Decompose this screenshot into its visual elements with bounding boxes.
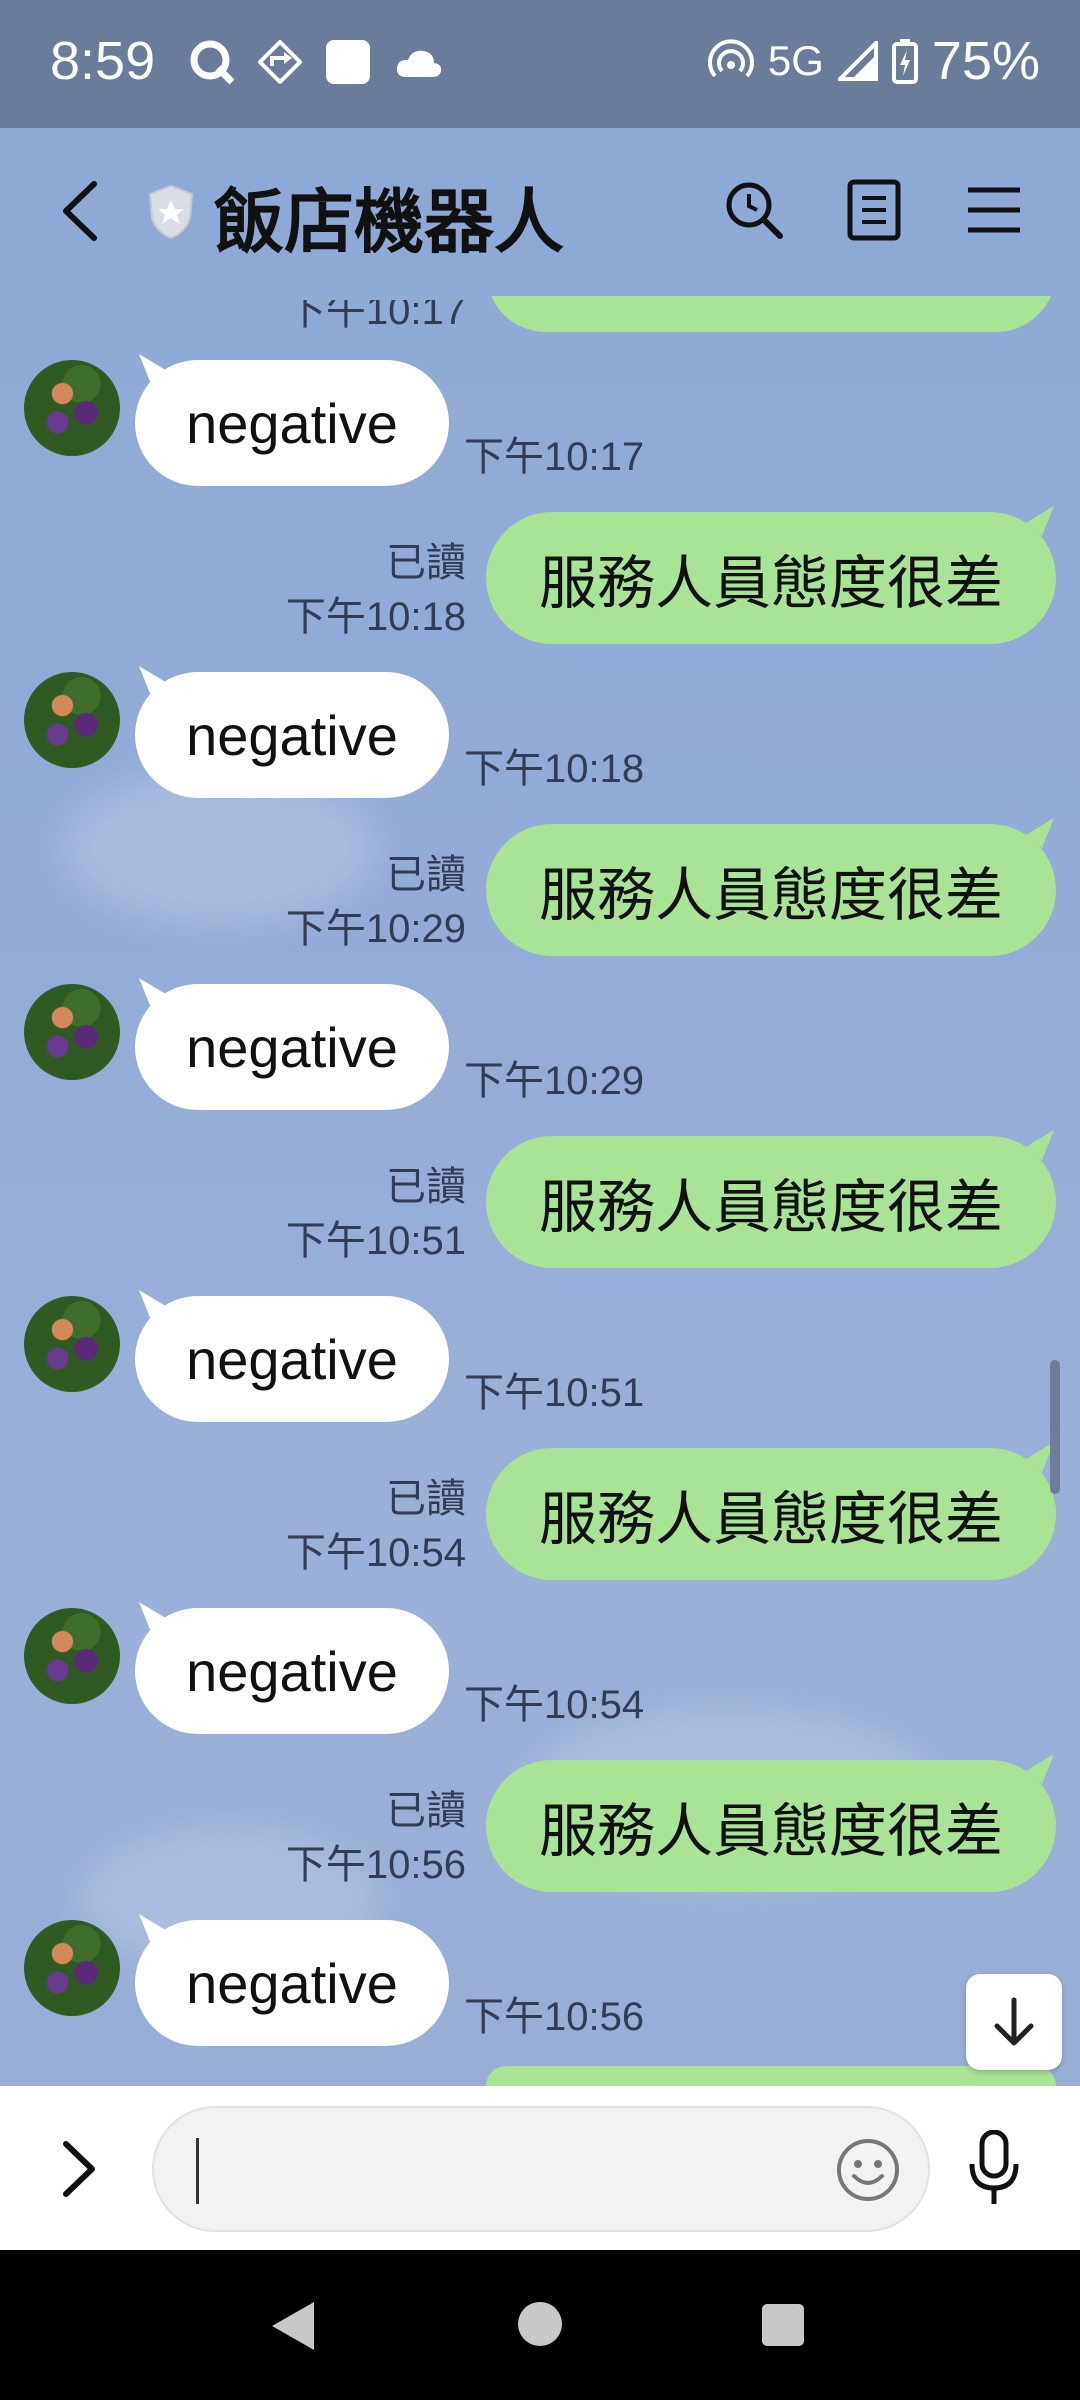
microphone-button[interactable] bbox=[966, 2129, 1022, 2210]
network-type: 5G bbox=[767, 37, 824, 84]
message-bubble-sent[interactable]: 服務人員態度很差 bbox=[486, 1136, 1056, 1268]
shield-icon bbox=[146, 184, 196, 244]
square-app-icon bbox=[326, 40, 370, 84]
hotspot-icon bbox=[707, 39, 754, 78]
message-time: 下午10:18 bbox=[285, 595, 466, 639]
message-bubble-sent[interactable]: 服務人員態度很差 bbox=[486, 1448, 1056, 1580]
nav-home-button[interactable] bbox=[516, 2300, 564, 2352]
menu-button[interactable] bbox=[962, 178, 1026, 242]
search-icon bbox=[726, 182, 783, 239]
message-time: 下午10:29 bbox=[285, 907, 466, 951]
avatar[interactable] bbox=[24, 360, 120, 456]
scrollbar-thumb[interactable] bbox=[1050, 1360, 1060, 1494]
read-receipt: 已讀 bbox=[386, 540, 466, 586]
message-bubble-received[interactable]: negative bbox=[135, 1920, 449, 2046]
emoji-button[interactable] bbox=[834, 2136, 902, 2208]
chat-title: 飯店機器人 bbox=[214, 181, 564, 263]
status-right: 5G 75% bbox=[707, 30, 1040, 92]
message-input[interactable] bbox=[152, 2106, 930, 2232]
avatar[interactable] bbox=[24, 984, 120, 1080]
partial-green-bubble[interactable] bbox=[486, 2066, 1056, 2086]
status-time: 8:59 bbox=[50, 31, 156, 91]
message-bubble-received[interactable]: negative bbox=[135, 672, 449, 798]
message-time: 下午10:51 bbox=[285, 1219, 466, 1263]
message-input-bar bbox=[0, 2086, 1080, 2250]
microphone-icon bbox=[969, 2129, 1019, 2204]
text-caret bbox=[196, 2138, 199, 2204]
arrow-down-icon bbox=[994, 1997, 1034, 2046]
battery-percent: 75% bbox=[931, 31, 1040, 91]
message-time: 下午10:56 bbox=[285, 1843, 466, 1887]
back-button[interactable] bbox=[52, 176, 112, 246]
avatar[interactable] bbox=[24, 1920, 120, 2016]
read-receipt: 已讀 bbox=[386, 852, 466, 898]
read-receipt: 已讀 bbox=[386, 1164, 466, 1210]
chevron-right-icon bbox=[63, 2141, 95, 2197]
nav-recents-button[interactable] bbox=[760, 2302, 806, 2352]
avatar[interactable] bbox=[24, 1608, 120, 1704]
nav-back-button[interactable] bbox=[266, 2298, 318, 2358]
message-time: 下午10:29 bbox=[464, 1059, 645, 1103]
notes-button[interactable] bbox=[842, 178, 906, 242]
message-time: 下午10:56 bbox=[464, 1995, 645, 2039]
chevron-left-icon bbox=[63, 181, 97, 241]
search-button[interactable] bbox=[722, 178, 786, 242]
message-bubble-sent[interactable]: 服務人員態度很差 bbox=[486, 824, 1056, 956]
message-time: 下午10:54 bbox=[285, 1531, 466, 1575]
emoji-icon bbox=[837, 2139, 899, 2201]
notification-icons bbox=[188, 38, 444, 86]
avatar[interactable] bbox=[24, 672, 120, 768]
status-bar: 8:59 5G 75% bbox=[0, 0, 1080, 128]
menu-icon bbox=[968, 187, 1020, 233]
read-receipt: 已讀 bbox=[386, 1476, 466, 1522]
circle-home-icon bbox=[518, 2302, 562, 2346]
system-navigation-bar bbox=[0, 2250, 1080, 2400]
notes-icon bbox=[847, 179, 901, 241]
expand-button[interactable] bbox=[58, 2136, 98, 2206]
direction-icon bbox=[258, 40, 302, 84]
message-bubble-received[interactable]: negative bbox=[135, 1296, 449, 1422]
message-bubble-sent[interactable]: 服務人員態度很差 bbox=[486, 1760, 1056, 1892]
scroll-to-bottom-button[interactable] bbox=[966, 1974, 1062, 2070]
message-bubble-received[interactable]: negative bbox=[135, 360, 449, 486]
avatar[interactable] bbox=[24, 1296, 120, 1392]
message-time: 下午10:51 bbox=[464, 1371, 645, 1415]
read-receipt: 已讀 bbox=[386, 1788, 466, 1834]
message-bubble-received[interactable]: negative bbox=[135, 984, 449, 1110]
square-recents-icon bbox=[762, 2304, 804, 2346]
message-time: 下午10:17 bbox=[464, 435, 645, 479]
battery-icon bbox=[891, 39, 918, 84]
cloud-icon bbox=[396, 50, 442, 77]
message-bubble-received[interactable]: negative bbox=[135, 1608, 449, 1734]
message-bubble-sent[interactable]: 服務人員態度很差 bbox=[486, 512, 1056, 644]
triangle-back-icon bbox=[272, 2302, 314, 2350]
app-q-icon bbox=[190, 40, 235, 85]
signal-icon bbox=[837, 41, 878, 81]
message-time: 下午10:54 bbox=[464, 1683, 645, 1727]
message-time: 下午10:18 bbox=[464, 747, 645, 791]
